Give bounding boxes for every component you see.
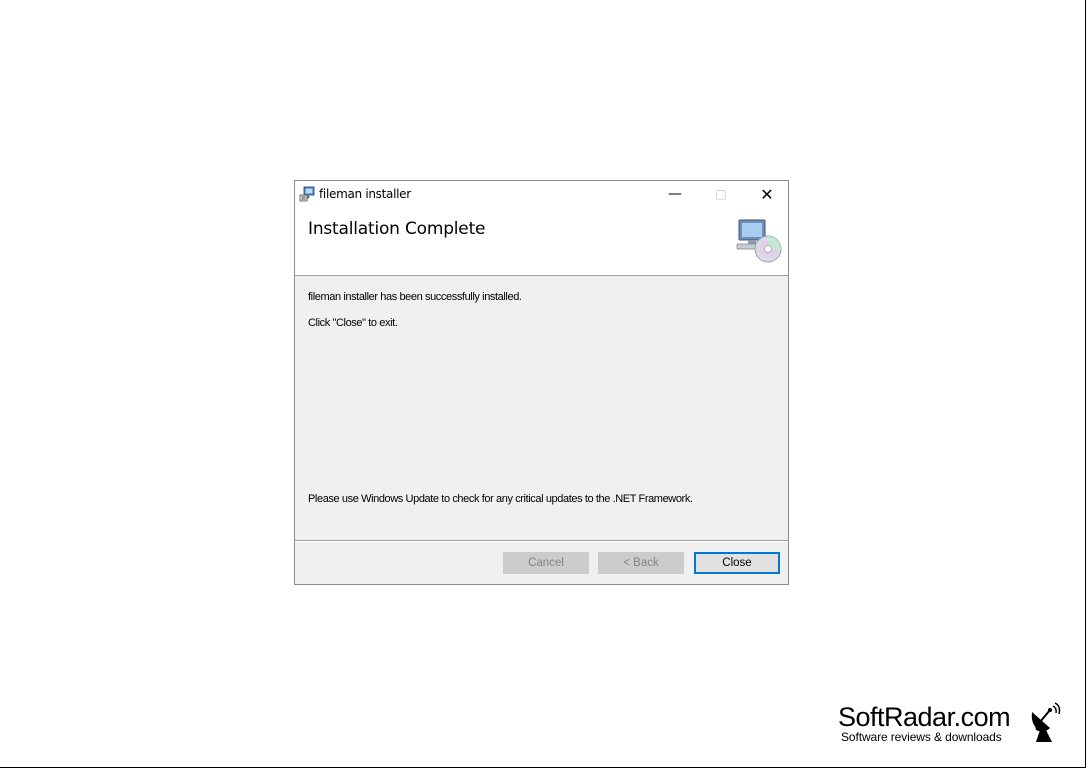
cancel-button[interactable]: Cancel xyxy=(503,552,589,574)
close-button[interactable]: Close xyxy=(694,552,780,574)
watermark-subtitle: Software reviews & downloads xyxy=(841,730,1002,744)
softradar-watermark: SoftRadar.com Software reviews & downloa… xyxy=(838,702,1070,746)
footer-divider xyxy=(295,540,788,542)
maximize-button[interactable]: □ xyxy=(698,181,744,207)
dialog-header: Installation Complete xyxy=(295,207,788,276)
computer-cd-icon xyxy=(736,219,782,263)
installer-app-icon xyxy=(299,186,315,202)
minimize-button[interactable]: — xyxy=(652,181,698,207)
success-message: fileman installer has been successfully … xyxy=(308,291,522,303)
page-title: Installation Complete xyxy=(308,219,486,239)
window-title: fileman installer xyxy=(319,187,411,201)
update-notice: Please use Windows Update to check for a… xyxy=(308,493,693,505)
watermark-title: SoftRadar.com xyxy=(838,702,1011,732)
back-button[interactable]: < Back xyxy=(598,552,684,574)
exit-instruction: Click "Close" to exit. xyxy=(308,317,398,329)
installer-dialog: fileman installer — □ ✕ Installation Com… xyxy=(294,180,789,585)
title-bar[interactable]: fileman installer — □ ✕ xyxy=(295,181,788,207)
window-close-button[interactable]: ✕ xyxy=(744,181,790,207)
satellite-dish-icon xyxy=(1031,702,1061,742)
